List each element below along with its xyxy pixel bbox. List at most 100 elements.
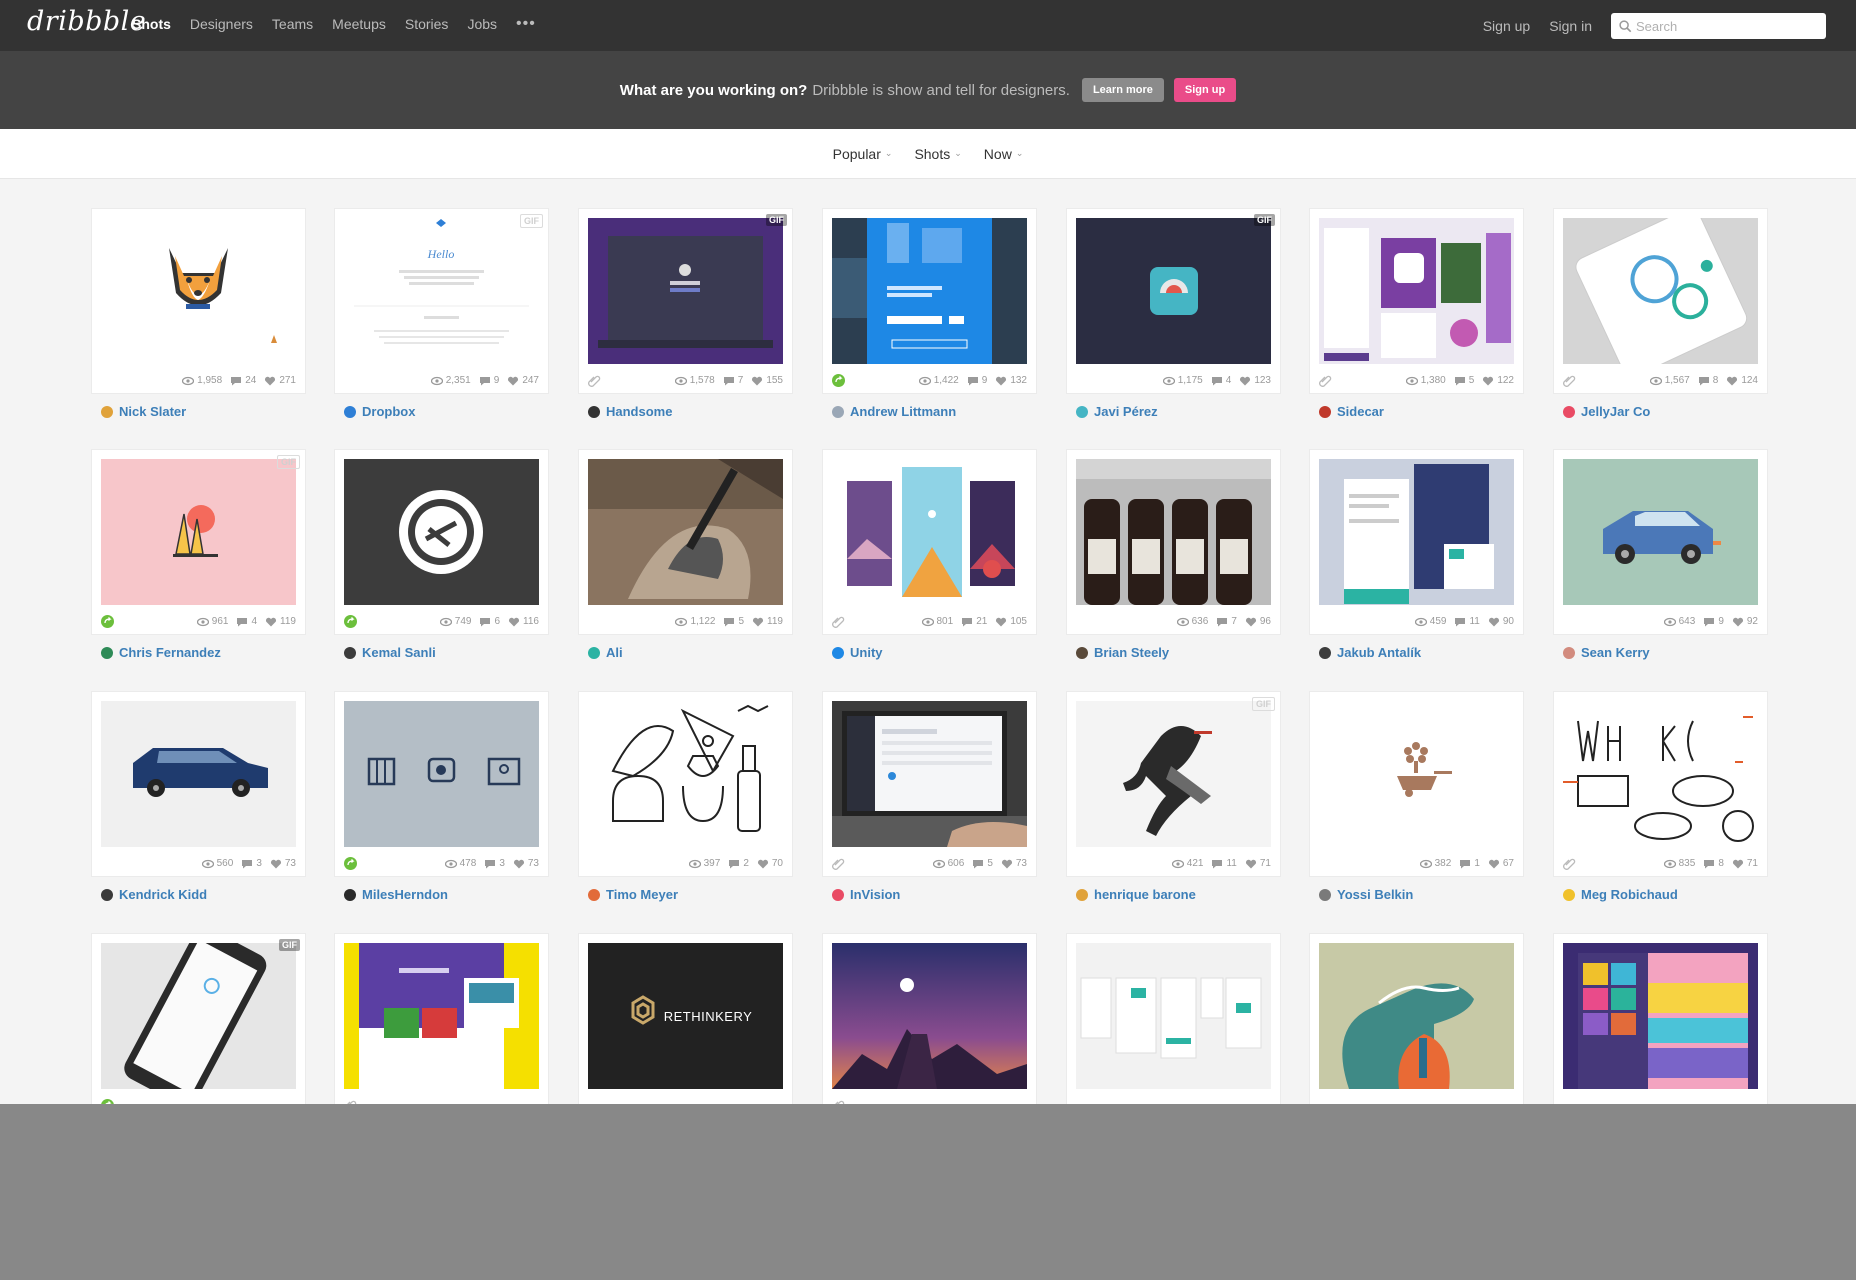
avatar[interactable] [101,405,113,418]
shot-card[interactable]: 397 2 70 [578,691,793,877]
comments-stat[interactable]: 6 [479,616,500,627]
comments-stat[interactable]: 3 [241,858,262,869]
author-name-link[interactable]: Javi Pérez [1094,404,1158,419]
avatar[interactable] [344,888,356,901]
avatar[interactable] [1076,646,1088,659]
avatar[interactable] [1076,888,1088,901]
likes-stat[interactable]: 73 [270,858,296,869]
comments-stat[interactable]: 21 [961,616,987,627]
shot-card[interactable]: RETHINKERY [578,933,793,1104]
author-name-link[interactable]: henrique barone [1094,887,1196,902]
shot-thumbnail[interactable] [101,943,296,1089]
shot-thumbnail[interactable]: RETHINKERY [588,943,783,1089]
shot-thumbnail[interactable] [588,218,783,364]
shot-thumbnail[interactable] [1319,943,1514,1089]
avatar[interactable] [1076,405,1088,418]
shot-card[interactable] [822,933,1037,1104]
likes-stat[interactable]: 122 [1482,375,1514,386]
avatar[interactable] [588,888,600,901]
shot-card[interactable] [1309,933,1524,1104]
likes-stat[interactable]: 71 [1245,858,1271,869]
shot-thumbnail[interactable] [832,943,1027,1089]
shot-thumbnail[interactable] [1563,943,1758,1089]
shot-thumbnail[interactable] [1319,701,1514,847]
comments-stat[interactable]: 8 [1698,375,1718,386]
avatar[interactable] [832,888,844,901]
shot-card[interactable]: GIF 421 11 71 [1066,691,1281,877]
shot-card[interactable]: 749 6 116 [334,449,549,635]
likes-stat[interactable]: 132 [995,375,1027,386]
author-name-link[interactable]: InVision [850,887,900,902]
shot-card[interactable] [334,933,549,1104]
author-name-link[interactable]: Unity [850,645,883,660]
shot-card[interactable]: 643 9 92 [1553,449,1768,635]
avatar[interactable] [101,646,113,659]
learn-more-button[interactable]: Learn more [1081,78,1164,102]
search-box[interactable] [1611,13,1826,39]
comments-stat[interactable]: 9 [967,375,987,386]
nav-signup-link[interactable]: Sign up [1483,18,1530,34]
comments-stat[interactable]: 7 [1216,616,1237,627]
nav-signin-link[interactable]: Sign in [1549,18,1592,34]
shot-thumbnail[interactable]: Hello [344,218,539,364]
shot-card[interactable]: 1,567 8 124 [1553,208,1768,394]
comments-stat[interactable]: 4 [1211,375,1231,386]
more-dots-icon[interactable]: ••• [516,16,536,32]
nav-link-shots[interactable]: Shots [132,16,171,32]
likes-stat[interactable]: 119 [752,616,783,627]
likes-stat[interactable]: 90 [1488,616,1514,627]
filter-popular-dropdown[interactable]: Popular ⌄ [833,146,893,162]
shot-card[interactable]: 1,422 9 132 [822,208,1037,394]
shot-card[interactable]: 459 11 90 [1309,449,1524,635]
author-name-link[interactable]: Timo Meyer [606,887,678,902]
author-name-link[interactable]: Yossi Belkin [1337,887,1413,902]
avatar[interactable] [1563,646,1575,659]
dribbble-logo[interactable]: dribbble [27,6,146,37]
comments-stat[interactable]: 5 [723,616,744,627]
nav-link-designers[interactable]: Designers [190,16,253,32]
likes-stat[interactable]: 71 [1732,858,1758,869]
avatar[interactable] [101,888,113,901]
avatar[interactable] [344,405,356,418]
shot-thumbnail[interactable] [1076,459,1271,605]
avatar[interactable] [588,405,600,418]
shot-card[interactable]: GIF 1,578 7 155 [578,208,793,394]
shot-card[interactable]: 1,380 5 122 [1309,208,1524,394]
avatar[interactable] [588,646,600,659]
author-name-link[interactable]: Jakub Antalík [1337,645,1421,660]
nav-link-meetups[interactable]: Meetups [332,16,386,32]
likes-stat[interactable]: 73 [1001,858,1027,869]
author-name-link[interactable]: Andrew Littmann [850,404,956,419]
comments-stat[interactable]: 11 [1454,616,1480,627]
nav-link-teams[interactable]: Teams [272,16,313,32]
avatar[interactable] [1319,646,1331,659]
shot-card[interactable]: 382 1 67 [1309,691,1524,877]
shot-card[interactable]: 478 3 73 [334,691,549,877]
author-name-link[interactable]: Ali [606,645,623,660]
author-name-link[interactable]: Brian Steely [1094,645,1169,660]
likes-stat[interactable]: 105 [995,616,1027,627]
shot-thumbnail[interactable] [101,701,296,847]
filter-now-dropdown[interactable]: Now ⌄ [984,146,1024,162]
shot-thumbnail[interactable] [344,459,539,605]
shot-card[interactable]: 801 21 105 [822,449,1037,635]
author-name-link[interactable]: Kendrick Kidd [119,887,207,902]
comments-stat[interactable]: 8 [1703,858,1724,869]
likes-stat[interactable]: 271 [264,375,296,386]
shot-card[interactable]: 560 3 73 [91,691,306,877]
banner-signup-button[interactable]: Sign up [1173,78,1237,102]
shot-thumbnail[interactable] [1319,459,1514,605]
likes-stat[interactable]: 123 [1239,375,1271,386]
shot-thumbnail[interactable] [1319,218,1514,364]
comments-stat[interactable]: 1 [1459,858,1480,869]
shot-thumbnail[interactable] [344,701,539,847]
author-name-link[interactable]: Meg Robichaud [1581,887,1678,902]
author-name-link[interactable]: Chris Fernandez [119,645,221,660]
shot-thumbnail[interactable] [344,943,539,1089]
avatar[interactable] [1319,405,1331,418]
shot-thumbnail[interactable] [588,459,783,605]
shot-card[interactable] [1066,933,1281,1104]
nav-link-stories[interactable]: Stories [405,16,449,32]
comments-stat[interactable]: 11 [1211,858,1237,869]
shot-thumbnail[interactable] [588,701,783,847]
